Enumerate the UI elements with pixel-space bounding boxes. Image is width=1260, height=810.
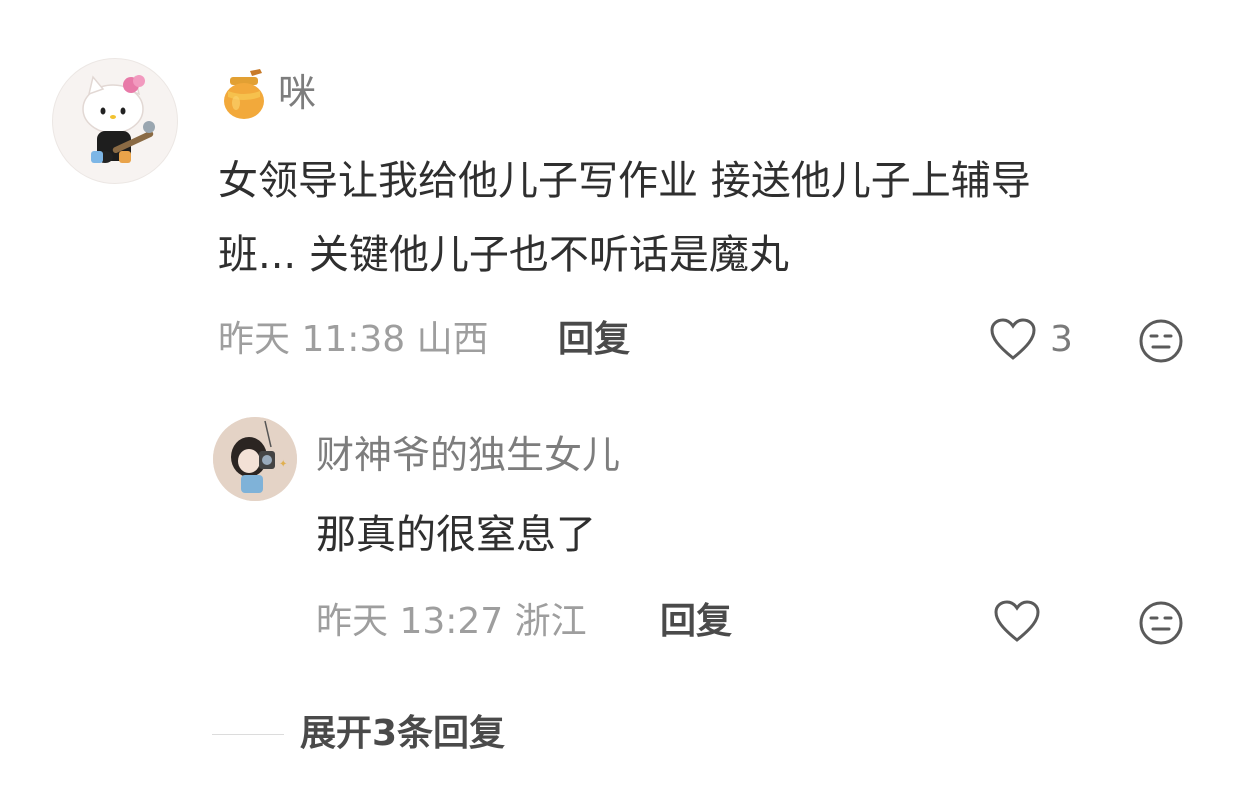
reply-like-button[interactable] (992, 598, 1042, 646)
comment-like-button[interactable] (988, 316, 1038, 364)
reply-text: 那真的很窒息了 (316, 512, 596, 558)
heart-outline-icon (994, 600, 1040, 642)
comment-username[interactable]: 咪 (278, 70, 316, 116)
meh-face-icon (1139, 319, 1183, 363)
comment-text-line-2: 班... 关键他儿子也不听话是魔丸 (218, 232, 789, 278)
reply-reply-button[interactable]: 回复 (660, 600, 732, 644)
hello-kitty-avatar-icon (82, 75, 155, 163)
heart-outline-icon (990, 318, 1036, 360)
comment-meta: 昨天 11:38 山西 (218, 319, 489, 360)
honey-jar-icon (224, 69, 264, 119)
reply-meta: 昨天 13:27 浙江 (316, 601, 587, 642)
anime-girl-avatar-icon: ✦ (213, 417, 297, 501)
comment-reply-button[interactable]: 回复 (558, 318, 630, 362)
user-badge-icon (220, 67, 268, 123)
reply-avatar[interactable]: ✦ (213, 417, 297, 501)
expand-divider (212, 734, 284, 735)
reply-dislike-button[interactable] (1138, 600, 1184, 646)
avatar[interactable] (52, 58, 178, 184)
expand-replies-button[interactable]: 展开3条回复 (300, 712, 505, 756)
meh-face-icon (1139, 601, 1183, 645)
svg-text:✦: ✦ (279, 459, 287, 470)
reply-username[interactable]: 财神爷的独生女儿 (316, 432, 620, 478)
comment-like-count: 3 (1050, 319, 1073, 360)
comment-dislike-button[interactable] (1138, 318, 1184, 364)
comment-text-line-1: 女领导让我给他儿子写作业 接送他儿子上辅导 (218, 158, 1031, 204)
